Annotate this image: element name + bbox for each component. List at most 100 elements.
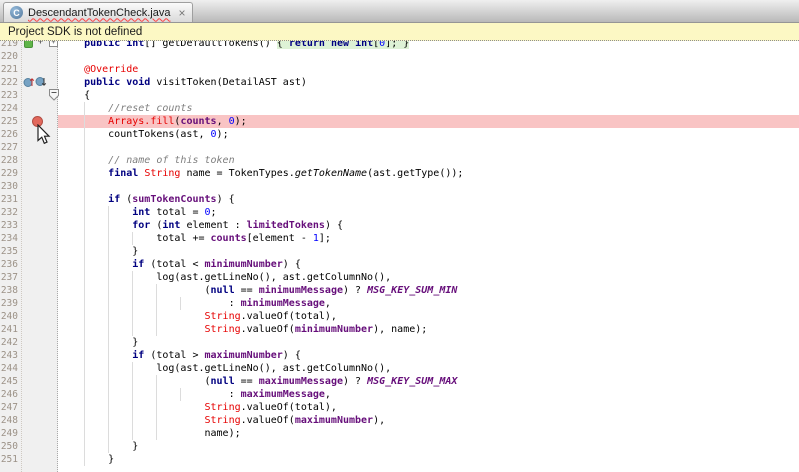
code-line[interactable]: 227 <box>0 141 799 154</box>
line-number: 251 <box>0 453 22 466</box>
line-number: 223 <box>0 89 22 102</box>
code-text[interactable]: (null == maximumMessage) ? MSG_KEY_SUM_M… <box>58 375 799 388</box>
code-text[interactable]: int total = 0; <box>58 206 799 219</box>
fold-open-icon[interactable] <box>49 89 59 101</box>
code-line[interactable]: 242 } <box>0 336 799 349</box>
code-text[interactable]: String.valueOf(maximumNumber), <box>58 414 799 427</box>
line-number: 219 <box>0 41 22 50</box>
code-text[interactable]: } <box>58 440 799 453</box>
editor[interactable]: 219 + + public int[] getDefaultTokens() { … <box>0 41 799 472</box>
code-line[interactable]: 228 // name of this token <box>0 154 799 167</box>
code-line[interactable]: 229 final String name = TokenTypes.getTo… <box>0 167 799 180</box>
code-text[interactable]: String.valueOf(total), <box>58 401 799 414</box>
code-text[interactable]: name); <box>58 427 799 440</box>
code-text[interactable] <box>58 180 799 193</box>
code-line[interactable]: 231 if (sumTokenCounts) { <box>0 193 799 206</box>
code-line[interactable]: 243 if (total > maximumNumber) { <box>0 349 799 362</box>
fold-plus-icon[interactable]: + <box>49 41 58 47</box>
gutter-icons <box>22 154 58 167</box>
code-text[interactable]: @Override <box>58 63 799 76</box>
gutter-icons <box>22 388 58 401</box>
code-line[interactable]: 221 @Override <box>0 63 799 76</box>
code-line[interactable]: 248 String.valueOf(maximumNumber), <box>0 414 799 427</box>
gutter-icons <box>22 206 58 219</box>
code-text[interactable]: public void visitToken(DetailAST ast) <box>58 76 799 89</box>
code-text[interactable]: { <box>58 89 799 102</box>
code-text[interactable]: log(ast.getLineNo(), ast.getColumnNo(), <box>58 271 799 284</box>
code-text[interactable]: public int[] getDefaultTokens() { return… <box>58 41 799 50</box>
code-text[interactable]: } <box>58 336 799 349</box>
line-number: 230 <box>0 180 22 193</box>
code-line[interactable]: 251 } <box>0 453 799 466</box>
code-line[interactable]: 233 for (int element : limitedTokens) { <box>0 219 799 232</box>
green-marker-icon <box>24 41 33 48</box>
code-line[interactable]: 220 <box>0 50 799 63</box>
code-line[interactable]: 222 public void visitToken(DetailAST ast… <box>0 76 799 89</box>
gutter-icons <box>22 375 58 388</box>
code-line[interactable]: 241 String.valueOf(minimumNumber), name)… <box>0 323 799 336</box>
code-text[interactable]: for (int element : limitedTokens) { <box>58 219 799 232</box>
code-text[interactable] <box>58 50 799 63</box>
code-line[interactable]: 235 } <box>0 245 799 258</box>
line-number: 239 <box>0 297 22 310</box>
code-text[interactable]: } <box>58 245 799 258</box>
gutter-icons <box>22 401 58 414</box>
code-line[interactable]: 245 (null == maximumMessage) ? MSG_KEY_S… <box>0 375 799 388</box>
line-number: 233 <box>0 219 22 232</box>
code-line[interactable]: 247 String.valueOf(total), <box>0 401 799 414</box>
code-line[interactable]: 223 { <box>0 89 799 102</box>
code-text[interactable]: String.valueOf(minimumNumber), name); <box>58 323 799 336</box>
code-text[interactable]: (null == minimumMessage) ? MSG_KEY_SUM_M… <box>58 284 799 297</box>
code-line[interactable]: 250 } <box>0 440 799 453</box>
code-line[interactable]: 249 name); <box>0 427 799 440</box>
line-number: 234 <box>0 232 22 245</box>
code-text[interactable]: Arrays.fill(counts, 0); <box>58 115 799 128</box>
overridden-down-icon[interactable] <box>35 76 48 88</box>
code-line[interactable]: 225 Arrays.fill(counts, 0); <box>0 115 799 128</box>
gutter-icons <box>22 180 58 193</box>
line-number: 243 <box>0 349 22 362</box>
code-text[interactable]: if (total < minimumNumber) { <box>58 258 799 271</box>
code-line[interactable]: 237 log(ast.getLineNo(), ast.getColumnNo… <box>0 271 799 284</box>
gutter-icons <box>22 245 58 258</box>
code-text[interactable]: countTokens(ast, 0); <box>58 128 799 141</box>
line-number: 225 <box>0 115 22 128</box>
gutter-icons <box>22 167 58 180</box>
ide-window: C DescendantTokenCheck.java × Project SD… <box>0 0 799 472</box>
code-line[interactable]: 246 : maximumMessage, <box>0 388 799 401</box>
code-line[interactable]: 219 + + public int[] getDefaultTokens() { … <box>0 41 799 50</box>
code-line[interactable]: 232 int total = 0; <box>0 206 799 219</box>
editor-tab-bar: C DescendantTokenCheck.java × <box>0 0 799 23</box>
code-text[interactable]: String.valueOf(total), <box>58 310 799 323</box>
gutter-icons <box>22 310 58 323</box>
code-text[interactable]: if (sumTokenCounts) { <box>58 193 799 206</box>
code-text[interactable]: : minimumMessage, <box>58 297 799 310</box>
code-text[interactable]: total += counts[element - 1]; <box>58 232 799 245</box>
code-text[interactable]: } <box>58 453 799 466</box>
code-line[interactable]: 238 (null == minimumMessage) ? MSG_KEY_S… <box>0 284 799 297</box>
line-number: 241 <box>0 323 22 336</box>
code-line[interactable]: 226 countTokens(ast, 0); <box>0 128 799 141</box>
code-line[interactable]: 234 total += counts[element - 1]; <box>0 232 799 245</box>
plus-icon[interactable]: + <box>36 41 45 47</box>
code-text[interactable]: // name of this token <box>58 154 799 167</box>
code-text[interactable]: if (total > maximumNumber) { <box>58 349 799 362</box>
code-line[interactable]: 244 log(ast.getLineNo(), ast.getColumnNo… <box>0 362 799 375</box>
code-text[interactable]: : maximumMessage, <box>58 388 799 401</box>
code-text[interactable]: log(ast.getLineNo(), ast.getColumnNo(), <box>58 362 799 375</box>
code-line[interactable]: 236 if (total < minimumNumber) { <box>0 258 799 271</box>
mouse-cursor-icon <box>36 124 51 145</box>
line-number: 229 <box>0 167 22 180</box>
code-line[interactable]: 239 : minimumMessage, <box>0 297 799 310</box>
code-line[interactable]: 224 //reset counts <box>0 102 799 115</box>
code-line[interactable]: 240 String.valueOf(total), <box>0 310 799 323</box>
code-text[interactable]: final String name = TokenTypes.getTokenN… <box>58 167 799 180</box>
code-text[interactable] <box>58 141 799 154</box>
code-line[interactable]: 230 <box>0 180 799 193</box>
code-text[interactable]: //reset counts <box>58 102 799 115</box>
gutter-icons <box>22 89 58 102</box>
close-icon[interactable]: × <box>178 7 185 19</box>
tab-descendant-token-check[interactable]: C DescendantTokenCheck.java × <box>3 2 193 22</box>
gutter-icons <box>22 440 58 453</box>
gutter-icons <box>22 323 58 336</box>
